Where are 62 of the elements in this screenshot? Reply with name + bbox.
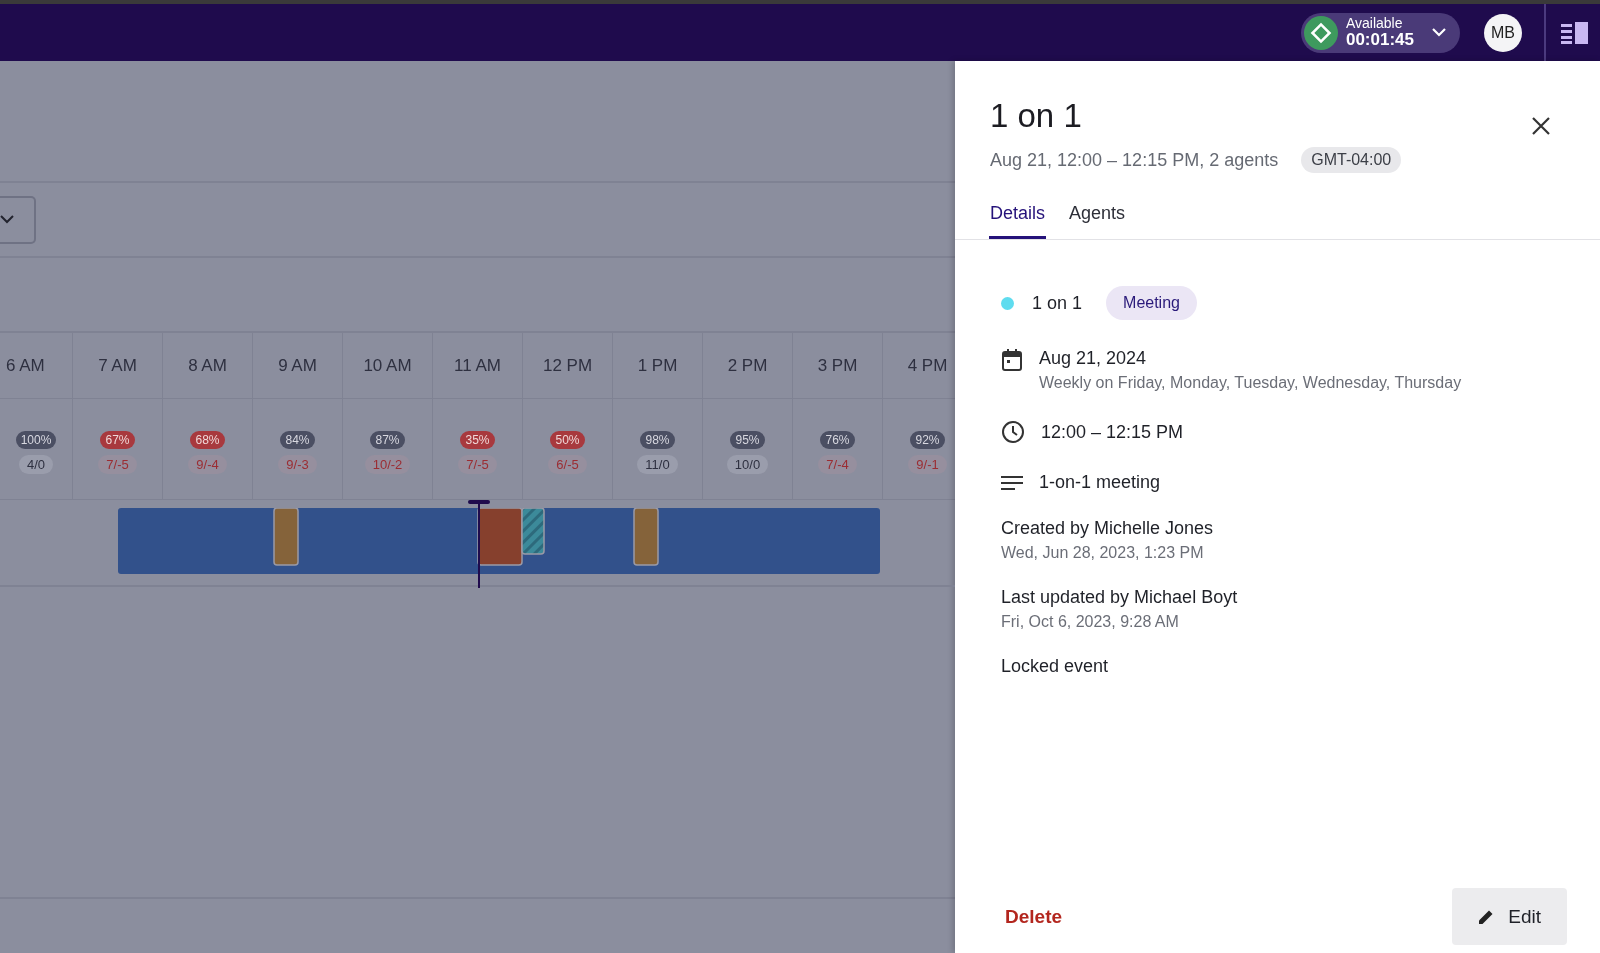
staffing-ratio: 9/-4 xyxy=(188,454,227,474)
coverage-percent: 87% xyxy=(370,430,405,449)
event-name: 1 on 1 xyxy=(1032,292,1083,314)
close-icon[interactable] xyxy=(1532,117,1550,135)
delete-button[interactable]: Delete xyxy=(999,904,1069,929)
tab[interactable]: Details xyxy=(989,193,1047,239)
hour-label: 12 PM xyxy=(542,355,593,376)
user-avatar[interactable]: MB xyxy=(1484,13,1522,52)
coverage-percent: 100% xyxy=(15,430,57,449)
coverage-percent: 92% xyxy=(910,430,945,449)
locked-status: Locked event xyxy=(1001,656,1110,677)
hour-label: 11 AM xyxy=(454,355,501,376)
coverage-percent: 98% xyxy=(640,430,675,449)
chevron-down-icon xyxy=(1432,28,1446,37)
event-description: 1-on-1 meeting xyxy=(1039,472,1161,493)
panel-title: 1 on 1 xyxy=(990,97,1083,135)
diamond-status-icon xyxy=(1303,15,1338,50)
clock-icon xyxy=(1001,420,1025,444)
coverage-percent: 76% xyxy=(820,430,855,449)
coverage-percent: 35% xyxy=(460,430,495,449)
coverage-percent: 50% xyxy=(550,430,585,449)
coverage-percent: 95% xyxy=(730,430,765,449)
coverage-percent: 84% xyxy=(280,430,315,449)
event-type-tag: Meeting xyxy=(1106,286,1197,320)
staffing-ratio: 10/-2 xyxy=(364,454,411,474)
updated-date: Fri, Oct 6, 2023, 9:28 AM xyxy=(1001,613,1180,631)
event-summary: Aug 21, 12:00 – 12:15 PM, 2 agents xyxy=(990,149,1279,171)
hour-label: 7 AM xyxy=(98,355,137,376)
tab[interactable]: Agents xyxy=(1068,193,1127,239)
staffing-ratio: 9/-3 xyxy=(278,454,317,474)
event-date: Aug 21, 2024 xyxy=(1039,348,1148,369)
staffing-ratio: 6/-5 xyxy=(548,454,587,474)
pencil-icon xyxy=(1478,908,1495,925)
created-by-text: Created by Michelle Jones xyxy=(1001,518,1215,539)
staffing-ratio: 9/-1 xyxy=(908,454,947,474)
staffing-ratio: 7/-5 xyxy=(98,454,137,474)
hour-label: 6 AM xyxy=(6,355,45,376)
hour-label: 2 PM xyxy=(727,355,768,376)
recurrence-text: Weekly on Friday, Monday, Tuesday, Wednesday, Thursday xyxy=(1039,374,1462,392)
staffing-ratio: 10/0 xyxy=(726,454,769,474)
timezone-chip: GMT-04:00 xyxy=(1301,147,1402,173)
status-button[interactable]: Available 00:01:45 xyxy=(1300,12,1460,53)
staffing-ratio: 11/0 xyxy=(637,454,678,474)
created-date: Wed, Jun 28, 2023, 1:23 PM xyxy=(1001,544,1205,562)
coverage-percent: 67% xyxy=(100,430,135,449)
hour-label: 4 PM xyxy=(907,355,948,376)
coverage-percent: 68% xyxy=(190,430,225,449)
side-panel-icon[interactable] xyxy=(1561,21,1589,44)
edit-button[interactable]: Edit xyxy=(1452,888,1567,945)
event-time: 12:00 – 12:15 PM xyxy=(1041,421,1184,443)
staffing-ratio: 4/0 xyxy=(18,454,54,474)
hour-label: 1 PM xyxy=(637,355,678,376)
hour-label: 10 AM xyxy=(363,355,412,376)
chevron-down-icon xyxy=(0,215,14,224)
updated-by-text: Last updated by Michael Boyt xyxy=(1001,587,1239,608)
staffing-ratio: 7/-4 xyxy=(818,454,857,474)
staffing-ratio: 7/-5 xyxy=(458,454,497,474)
hour-label: 3 PM xyxy=(817,355,858,376)
hour-label: 8 AM xyxy=(188,355,227,376)
hour-label: 9 AM xyxy=(278,355,317,376)
calendar-icon xyxy=(1001,348,1023,372)
text-lines-icon xyxy=(1001,474,1023,491)
